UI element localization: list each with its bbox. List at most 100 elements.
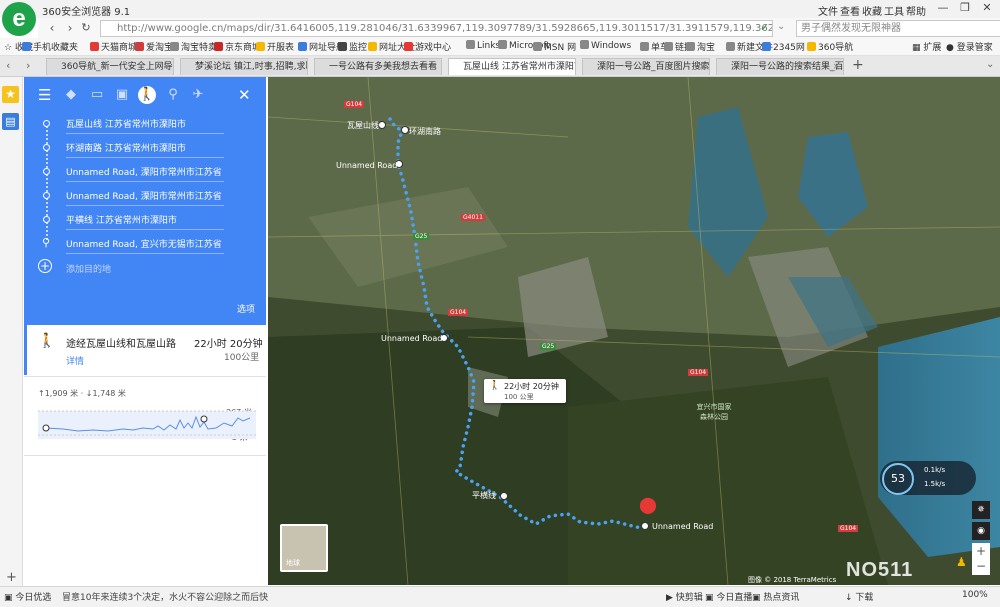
menu-icon[interactable]: ☰ bbox=[38, 86, 51, 104]
tab-5[interactable]: 溧阳一号公路的搜索结果_百度图× bbox=[716, 58, 844, 75]
network-speed-widget[interactable]: 53 0.1k/s 1.5k/s bbox=[880, 461, 976, 495]
watermark-logo: NO511 bbox=[846, 559, 914, 581]
tab-2[interactable]: 一号公路有多美我想去看看（攀× bbox=[314, 58, 442, 75]
zoom-out-button[interactable]: − bbox=[972, 559, 990, 575]
tab-scroll-right-icon[interactable]: › bbox=[26, 59, 30, 72]
map-label-1[interactable]: 环湖南路 bbox=[409, 126, 441, 137]
elevation-summary: ↑1,909 米 · ↓1,748 米 bbox=[38, 389, 126, 398]
tab-1[interactable]: 梦溪论坛 镇江,时事,招聘,求职,生× bbox=[180, 58, 308, 75]
bicycle-icon[interactable]: ⚲ bbox=[164, 86, 182, 104]
transit-icon[interactable]: ▣ bbox=[113, 86, 131, 104]
bookmark-favicon-icon bbox=[726, 42, 735, 51]
close-directions-icon[interactable]: ✕ bbox=[238, 86, 251, 104]
bookmark-item[interactable]: 2345网 bbox=[762, 40, 805, 53]
status-item-1[interactable]: ▣ 今日直播 bbox=[705, 590, 752, 603]
news-ticker[interactable]: 冒意10年来连续3个决定，水火不容公迎除之而后快 bbox=[62, 590, 268, 603]
speed-up: 0.1k/s bbox=[924, 466, 946, 474]
new-tab-button[interactable]: + bbox=[852, 57, 864, 73]
back-icon[interactable]: ‹ bbox=[44, 20, 60, 36]
tab-0[interactable]: 360导航_新一代安全上网导航 × bbox=[46, 58, 174, 75]
satellite-map[interactable]: 瓦屋山线 环湖南路 Unnamed Road Unnamed Road 平横线 … bbox=[268, 77, 1000, 585]
menu-tools[interactable]: 工具 bbox=[884, 3, 904, 18]
street-view-pegman-icon[interactable]: ♟ bbox=[956, 555, 967, 569]
bookmark-item[interactable]: 淘宝特卖 bbox=[170, 40, 217, 53]
waypoint-input-0[interactable]: 瓦屋山线 江苏省常州市溧阳市 bbox=[66, 117, 224, 134]
waypoint-input-1[interactable]: 环湖南路 江苏省常州市溧阳市 bbox=[66, 141, 224, 158]
tab-4[interactable]: 溧阳一号公路_百度图片搜索 × bbox=[582, 58, 710, 75]
options-link[interactable]: 选项 bbox=[237, 302, 255, 315]
tab-list-icon[interactable]: ⌄ bbox=[986, 59, 994, 70]
bookmark-item[interactable]: 监控 bbox=[338, 40, 367, 53]
waypoint-input-3[interactable]: Unnamed Road, 溧阳市常州市江苏省 bbox=[66, 189, 224, 206]
route-path bbox=[378, 117, 649, 530]
bookmark-item[interactable]: Links bbox=[466, 40, 500, 51]
security-shield-icon[interactable]: ✓ bbox=[760, 21, 769, 34]
sidebar-add-icon[interactable]: + bbox=[6, 570, 17, 585]
flight-icon[interactable]: ✈ bbox=[189, 86, 207, 104]
today-picks[interactable]: ▣ 今日优选 bbox=[4, 590, 51, 603]
route-callout[interactable]: 🚶 22小时 20分钟 100 公里 bbox=[484, 379, 566, 403]
route-distance: 100公里 bbox=[224, 353, 260, 363]
minimize-button[interactable]: — bbox=[932, 0, 954, 16]
map-label-0[interactable]: 瓦屋山线 bbox=[347, 120, 379, 131]
zoom-level[interactable]: 100% bbox=[962, 590, 988, 600]
refresh-icon[interactable]: ↻ bbox=[78, 20, 94, 36]
bookmark-item[interactable]: 爱淘宝 bbox=[135, 40, 173, 53]
url-input[interactable]: http://www.google.cn/maps/dir/31.6416005… bbox=[100, 20, 773, 37]
add-destination-link[interactable]: 添加目的地 bbox=[66, 262, 111, 275]
destination-marker-icon[interactable]: ⬤ bbox=[639, 495, 657, 514]
destination-input[interactable]: Unnamed Road, 宜兴市无锡市江苏省 bbox=[66, 237, 224, 254]
waypoint-input-2[interactable]: Unnamed Road, 溧阳市常州市江苏省 bbox=[66, 165, 224, 182]
road-badge: G104 bbox=[688, 369, 709, 376]
bookmark-item[interactable]: 游戏中心 bbox=[404, 40, 451, 53]
menu-file[interactable]: 文件 bbox=[818, 3, 838, 18]
route-via[interactable]: 途经瓦屋山线和瓦屋山路 bbox=[66, 335, 176, 350]
bookmark-item[interactable]: 京东商城 bbox=[214, 40, 261, 53]
road-badge: G104 bbox=[344, 101, 365, 108]
map-label-3[interactable]: Unnamed Road bbox=[381, 334, 442, 343]
waypoint-dot-icon bbox=[43, 120, 50, 127]
waypoint-input-4[interactable]: 平横线 江苏省常州市溧阳市 bbox=[66, 213, 224, 230]
divider bbox=[24, 376, 266, 377]
map-label-2[interactable]: Unnamed Road bbox=[336, 161, 397, 170]
forward-icon[interactable]: › bbox=[62, 20, 78, 36]
menu-favorites[interactable]: 收藏 bbox=[862, 3, 882, 18]
route-details-link[interactable]: 详情 bbox=[66, 354, 84, 367]
walking-route-icon: 🚶 bbox=[38, 333, 56, 349]
bookmark-item[interactable]: 天猫商城 bbox=[90, 40, 137, 53]
add-destination-icon[interactable]: + bbox=[38, 259, 52, 273]
close-window-button[interactable]: ✕ bbox=[976, 0, 998, 16]
bookmark-item[interactable]: MSN 网 bbox=[533, 40, 576, 53]
map-label-4[interactable]: 平横线 bbox=[472, 490, 496, 501]
star-icon[interactable]: ★ bbox=[2, 86, 19, 103]
zoom-in-button[interactable]: + bbox=[972, 543, 990, 559]
extensions-button[interactable]: ▦ 扩展 bbox=[912, 40, 941, 53]
window-title: 360安全浏览器 9.1 bbox=[42, 7, 131, 18]
bookmark-item[interactable]: 手机收藏夹 bbox=[22, 40, 78, 53]
bookmark-item[interactable]: Windows bbox=[580, 40, 631, 51]
bookmark-item[interactable]: 淘宝 bbox=[686, 40, 715, 53]
status-item-0[interactable]: ▶ 快剪辑 bbox=[666, 590, 703, 603]
tab-scroll-left-icon[interactable]: ‹ bbox=[6, 59, 10, 72]
bookmark-favicon-icon bbox=[664, 42, 673, 51]
bookmark-item[interactable]: 360导航 bbox=[807, 40, 853, 53]
bookmark-item[interactable]: 开服表 bbox=[256, 40, 294, 53]
status-item-2[interactable]: ▣ 热点资讯 bbox=[752, 590, 799, 603]
tab-3-active[interactable]: 瓦屋山线 江苏省常州市溧阳市至× bbox=[448, 58, 576, 75]
map-type-thumbnail[interactable]: 地球 bbox=[280, 524, 328, 572]
compass-icon[interactable]: ✵ bbox=[972, 501, 990, 519]
search-input[interactable]: 男子偶然发现无限神器 bbox=[796, 20, 1000, 37]
menu-view[interactable]: 查看 bbox=[840, 3, 860, 18]
notes-icon[interactable]: ▤ bbox=[2, 113, 19, 130]
map-label-5[interactable]: Unnamed Road bbox=[652, 522, 713, 531]
dropdown-chevron-icon[interactable]: ⌄ bbox=[777, 21, 785, 32]
bookmark-favicon-icon bbox=[807, 42, 816, 51]
walking-icon[interactable]: 🚶 bbox=[138, 86, 156, 104]
login-button[interactable]: ● 登录管家 bbox=[946, 40, 993, 53]
best-route-icon[interactable]: ◆ bbox=[62, 86, 80, 104]
my-location-icon[interactable]: ◉ bbox=[972, 522, 990, 540]
maximize-button[interactable]: ❐ bbox=[954, 0, 976, 16]
car-icon[interactable]: ▭ bbox=[88, 86, 106, 104]
menu-help[interactable]: 帮助 bbox=[906, 3, 926, 18]
status-item-3[interactable]: ↓ 下载 bbox=[845, 590, 873, 603]
